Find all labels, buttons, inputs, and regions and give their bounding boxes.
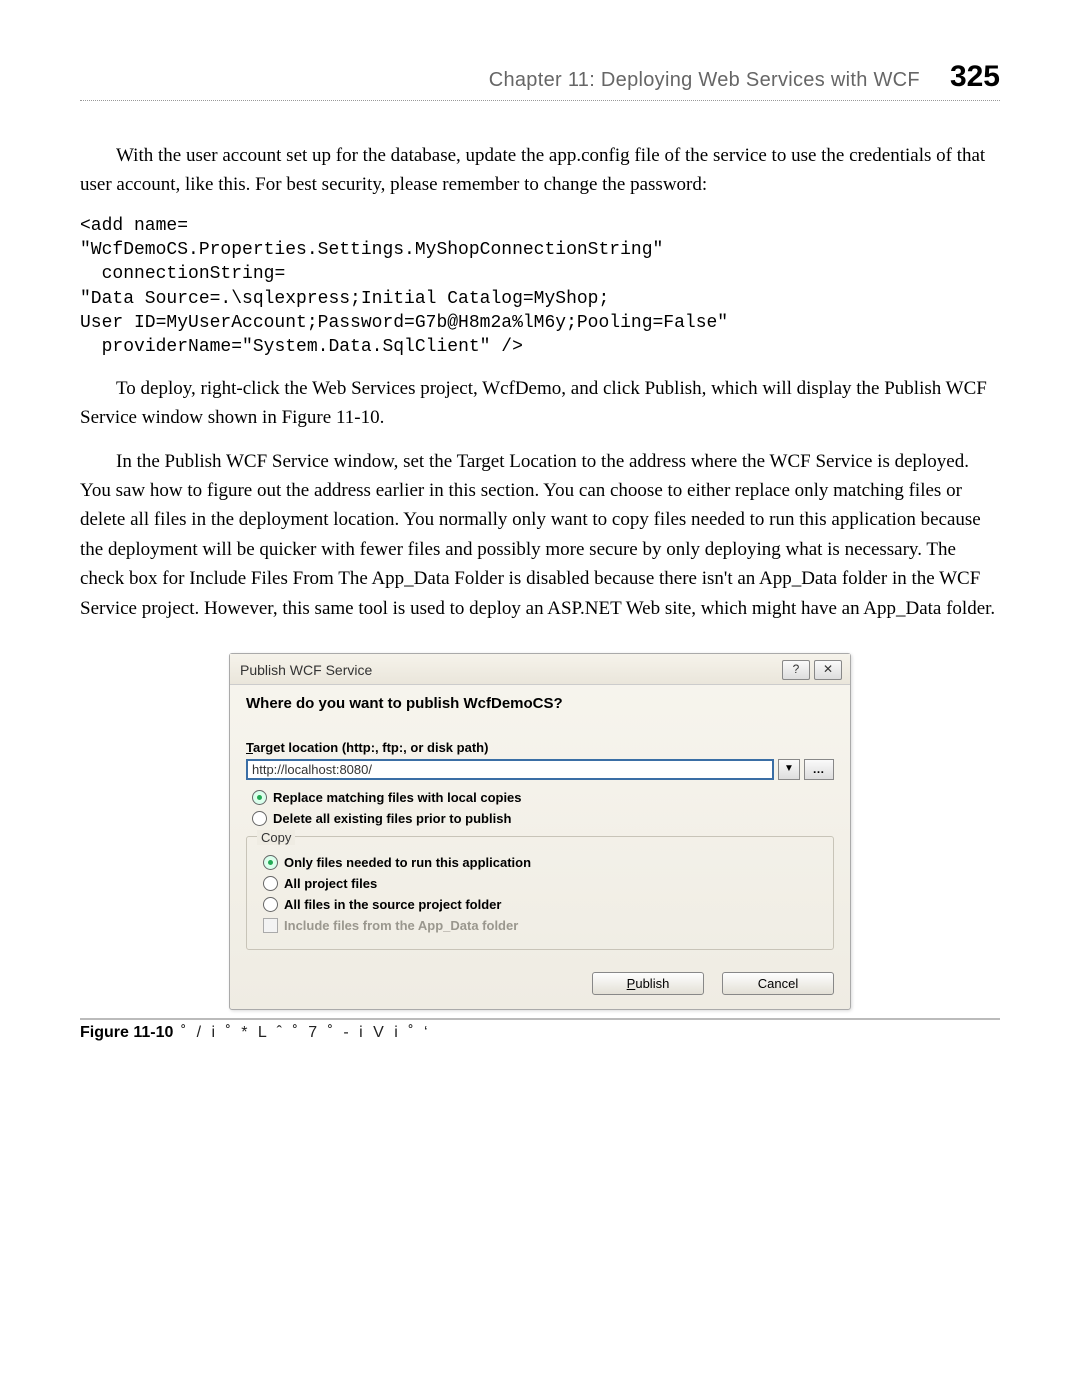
radio-icon: [252, 811, 267, 826]
window-buttons: ? ✕: [782, 660, 842, 680]
radio-label: Only files needed to run this applicatio…: [284, 855, 531, 870]
paragraph: With the user account set up for the dat…: [80, 141, 1000, 200]
radio-label: Delete all existing files prior to publi…: [273, 811, 511, 826]
group-title: Copy: [257, 830, 295, 845]
radio-label: All files in the source project folder: [284, 897, 501, 912]
close-icon[interactable]: ✕: [814, 660, 842, 680]
radio-replace[interactable]: Replace matching files with local copies: [252, 790, 834, 805]
figure-caption: Figure 11-10 ˚ / i ˚ * L ˆ ˚ 7 ˚ - i V i…: [80, 1024, 1000, 1042]
radio-only-needed[interactable]: Only files needed to run this applicatio…: [263, 855, 823, 870]
radio-all-project[interactable]: All project files: [263, 876, 823, 891]
target-label: Target location (http:, ftp:, or disk pa…: [246, 740, 834, 755]
target-location-input[interactable]: http://localhost:8080/: [246, 759, 774, 780]
browse-button[interactable]: …: [804, 759, 834, 780]
titlebar: Publish WCF Service ? ✕: [230, 654, 850, 685]
dialog-title: Publish WCF Service: [240, 662, 372, 678]
chapter-title: Chapter 11: Deploying Web Services with …: [489, 69, 920, 92]
help-icon[interactable]: ?: [782, 660, 810, 680]
publish-dialog: Publish WCF Service ? ✕ Where do you wan…: [229, 653, 851, 1010]
dialog-heading: Where do you want to publish WcfDemoCS?: [246, 695, 834, 712]
publish-button[interactable]: Publish: [592, 972, 704, 995]
copy-group: Copy Only files needed to run this appli…: [246, 836, 834, 950]
radio-icon: [263, 897, 278, 912]
page: Chapter 11: Deploying Web Services with …: [0, 0, 1080, 1082]
mnemonic: T: [246, 740, 253, 755]
dialog-body: Where do you want to publish WcfDemoCS? …: [230, 685, 850, 962]
radio-label: Replace matching files with local copies: [273, 790, 522, 805]
cancel-button[interactable]: Cancel: [722, 972, 834, 995]
checkbox-icon: [263, 918, 278, 933]
figure-rule: [80, 1018, 1000, 1020]
radio-icon: [263, 855, 278, 870]
code-block: <add name= "WcfDemoCS.Properties.Setting…: [80, 214, 1000, 360]
radio-delete[interactable]: Delete all existing files prior to publi…: [252, 811, 834, 826]
radio-label: All project files: [284, 876, 377, 891]
paragraph: To deploy, right-click the Web Services …: [80, 374, 1000, 433]
dialog-footer: Publish Cancel: [230, 962, 850, 1009]
dialog-screenshot: Publish WCF Service ? ✕ Where do you wan…: [80, 653, 1000, 1010]
dropdown-icon[interactable]: ▼: [778, 759, 800, 780]
paragraph: In the Publish WCF Service window, set t…: [80, 447, 1000, 624]
figure-label: Figure 11-10: [80, 1024, 173, 1041]
radio-icon: [263, 876, 278, 891]
figure-garble: ˚ / i ˚ * L ˆ ˚ 7 ˚ - i V i ˚ ‘: [173, 1024, 430, 1041]
page-number: 325: [950, 60, 1000, 94]
check-appdata: Include files from the App_Data folder: [263, 918, 823, 933]
checkbox-label: Include files from the App_Data folder: [284, 918, 518, 933]
radio-all-source[interactable]: All files in the source project folder: [263, 897, 823, 912]
page-header: Chapter 11: Deploying Web Services with …: [80, 60, 1000, 101]
label-text: arget location (http:, ftp:, or disk pat…: [253, 740, 488, 755]
target-input-row: http://localhost:8080/ ▼ …: [246, 759, 834, 780]
radio-icon: [252, 790, 267, 805]
